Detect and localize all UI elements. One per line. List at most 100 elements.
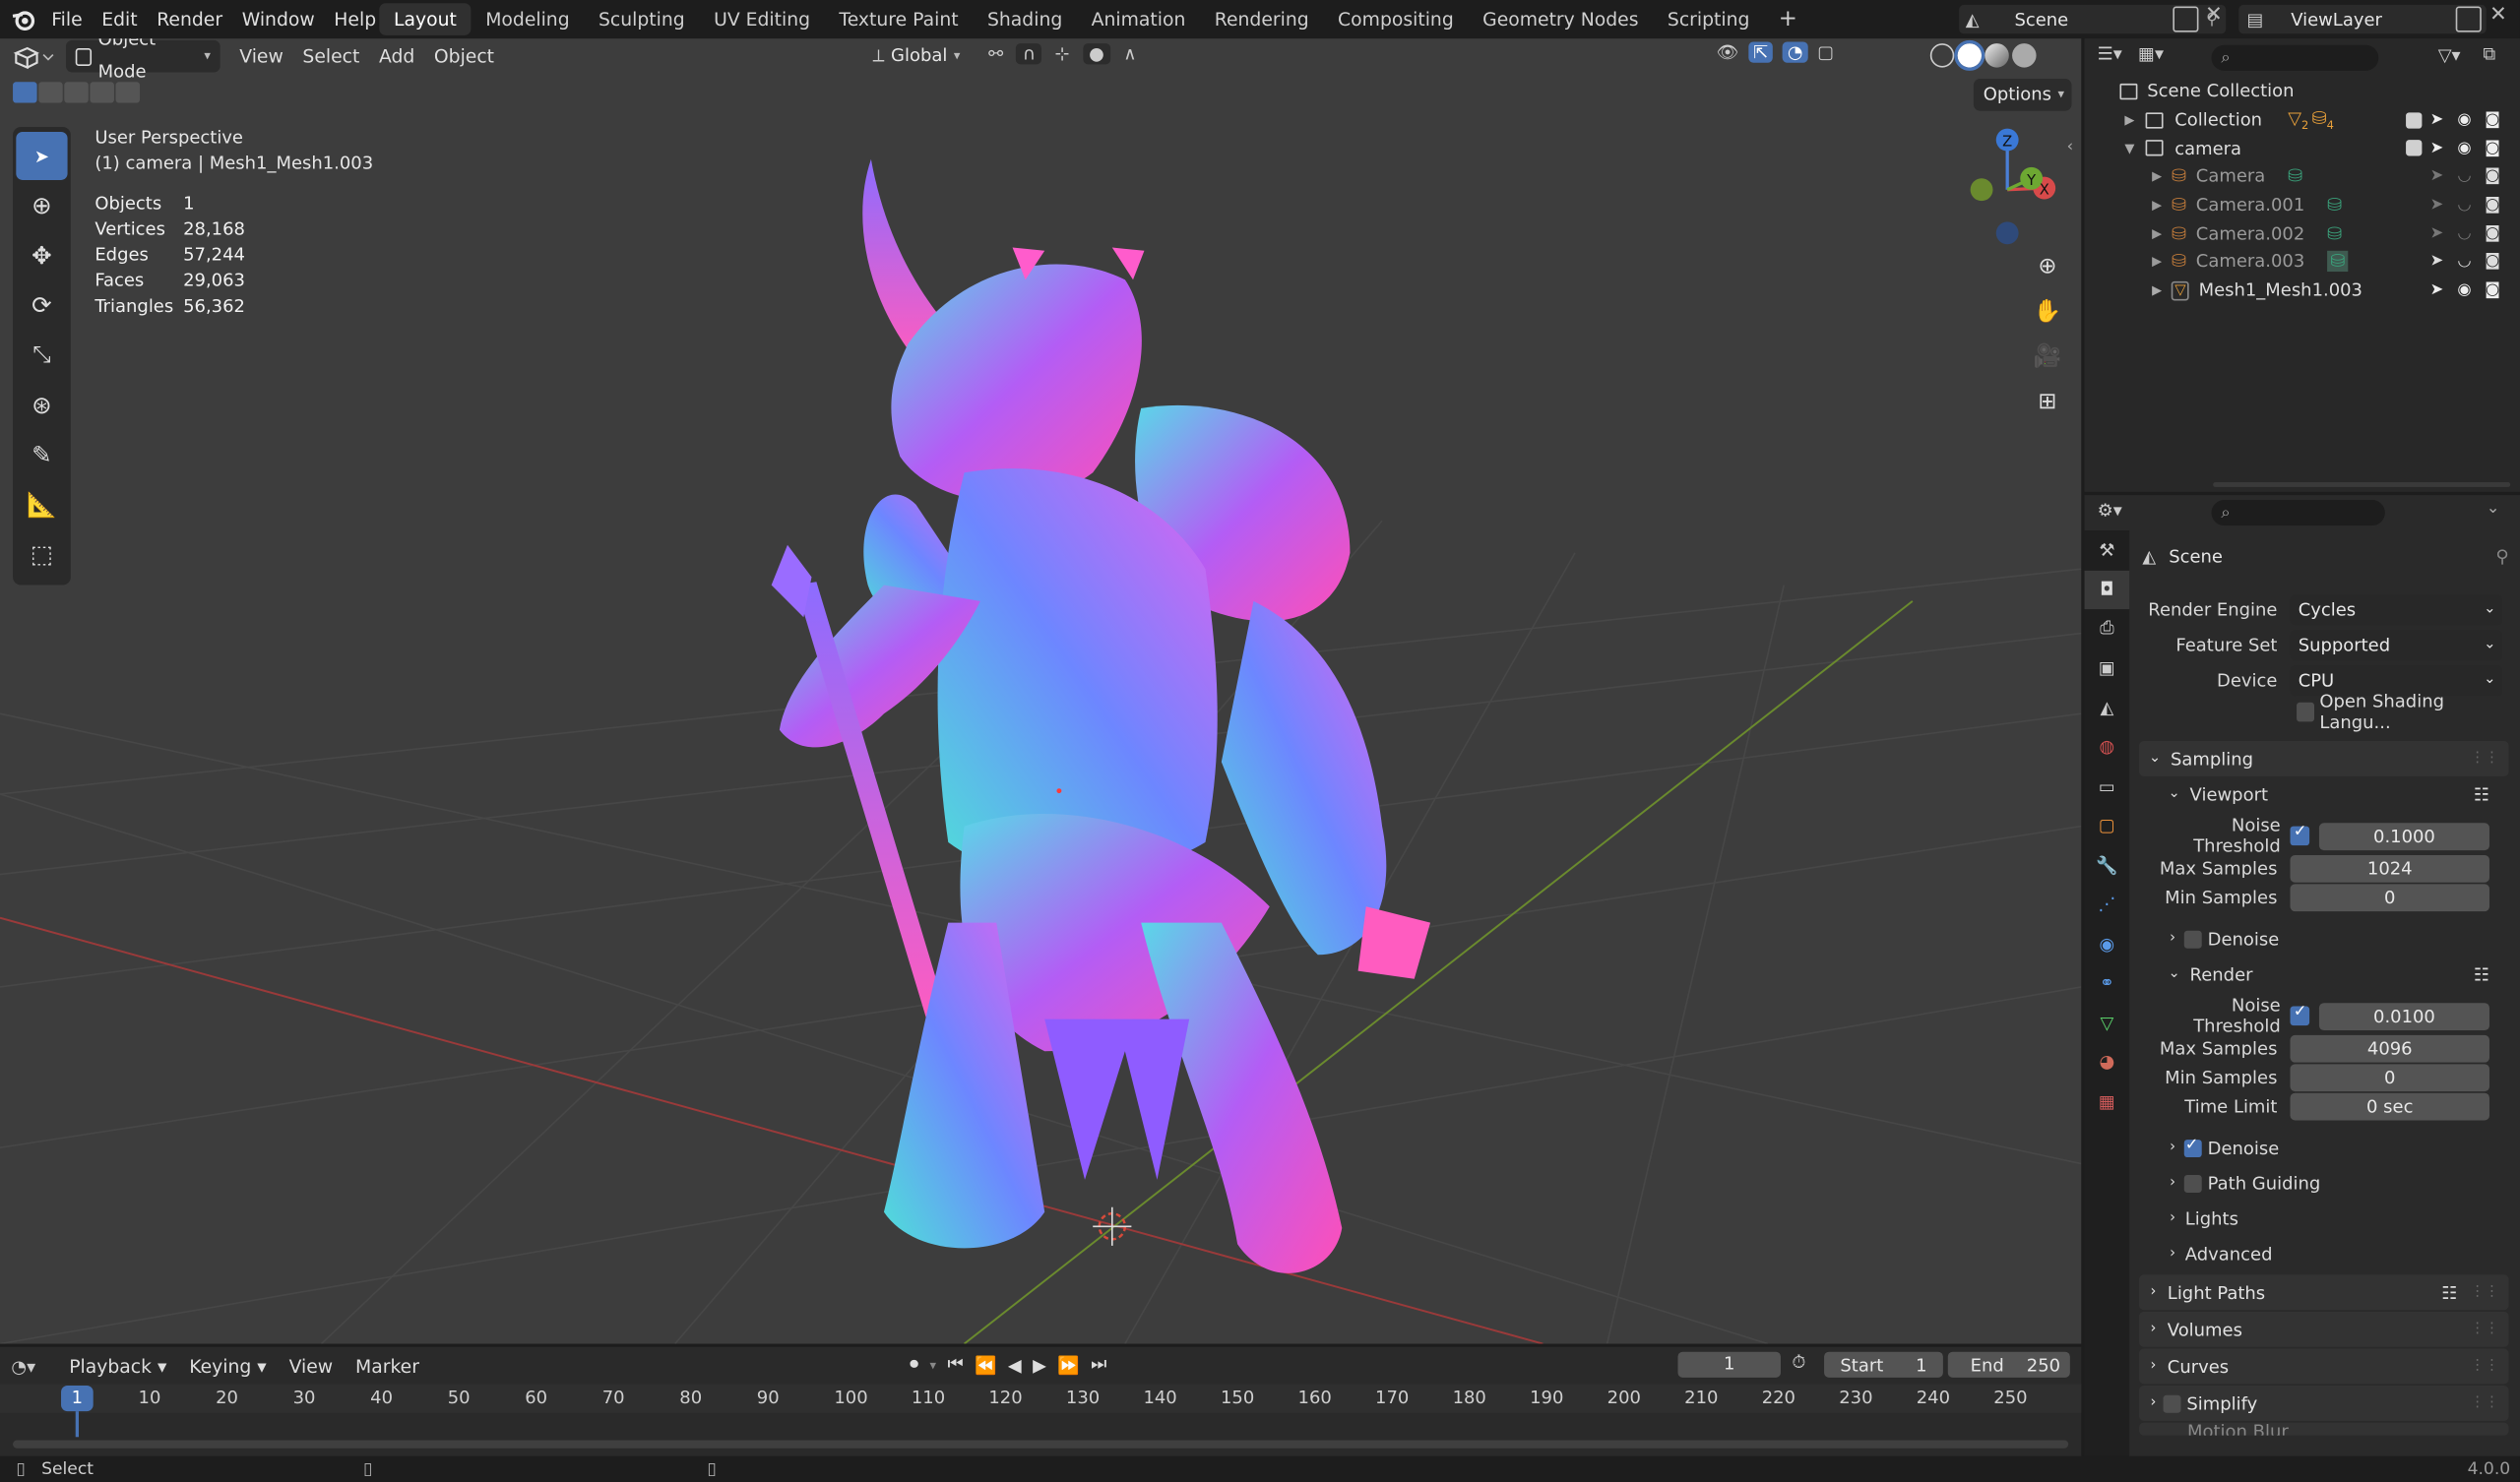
- eye-icon[interactable]: ◉: [2457, 281, 2471, 299]
- select-subtract-icon[interactable]: [64, 82, 89, 103]
- play-icon[interactable]: ▶: [1033, 1354, 1046, 1375]
- outliner-scrollbar[interactable]: [2213, 482, 2511, 487]
- curves-panel-header[interactable]: › Curves ⋮⋮: [2139, 1348, 2509, 1385]
- advanced-subpanel-header[interactable]: › Advanced: [2139, 1236, 2509, 1271]
- play-reverse-icon[interactable]: ◀: [1008, 1354, 1022, 1375]
- gizmo-toggle-icon[interactable]: ⇱: [1748, 41, 1774, 63]
- motion-blur-panel-header[interactable]: Motion Blur: [2139, 1422, 2509, 1436]
- viewport-menu-object[interactable]: Object: [424, 40, 504, 73]
- vp-noise-threshold-field[interactable]: 0.1000: [2318, 822, 2489, 850]
- expand-arrow-icon[interactable]: ▶: [2152, 226, 2162, 241]
- material-shading-icon[interactable]: [1984, 43, 2009, 68]
- menu-render[interactable]: Render: [147, 0, 231, 38]
- noise-threshold-checkbox[interactable]: ✓: [2290, 1003, 2310, 1026]
- exclude-checkbox[interactable]: [2406, 140, 2423, 156]
- output-tab-icon[interactable]: ⎙: [2085, 609, 2130, 648]
- camera-view-icon[interactable]: 🎥: [2027, 336, 2068, 377]
- transform-orientation-selector[interactable]: ⟂ Global ▾: [863, 40, 979, 73]
- workspace-tab-geometry-nodes[interactable]: Geometry Nodes: [1468, 3, 1653, 35]
- noise-threshold-checkbox[interactable]: ✓: [2290, 823, 2310, 846]
- sidebar-toggle-icon[interactable]: ‹: [2067, 138, 2074, 155]
- simplify-checkbox[interactable]: [2162, 1393, 2180, 1412]
- outliner-row-camera-002[interactable]: ▶ ⛁ Camera.002 ⛁ ➤ ◡ ◙: [2085, 219, 2520, 248]
- playhead-frame-label[interactable]: 1: [61, 1385, 94, 1412]
- vp-min-samples-field[interactable]: 0: [2290, 883, 2489, 911]
- outliner-row-camera[interactable]: ▶ ⛁ Camera ⛁ ➤ ◡ ◙: [2085, 162, 2520, 191]
- r-time-limit-field[interactable]: 0 sec: [2290, 1091, 2489, 1120]
- path-guiding-row[interactable]: › Path Guiding: [2139, 1165, 2509, 1201]
- snap-icon[interactable]: ∩: [1016, 43, 1042, 65]
- falloff-icon[interactable]: ∧: [1123, 43, 1136, 64]
- object-tab-icon[interactable]: ▢: [2085, 806, 2130, 845]
- eye-closed-icon[interactable]: ◡: [2457, 168, 2471, 186]
- drag-handle-icon[interactable]: ⋮⋮: [2470, 1395, 2498, 1411]
- outliner-row-camera-001[interactable]: ▶ ⛁ Camera.001 ⛁ ➤ ◡ ◙: [2085, 191, 2520, 219]
- selectable-arrow-icon[interactable]: ➤: [2430, 253, 2444, 271]
- menu-file[interactable]: File: [41, 0, 92, 38]
- options-button[interactable]: Options ▾: [1973, 79, 2072, 111]
- new-scene-icon[interactable]: [2173, 6, 2199, 32]
- navigation-gizmo[interactable]: Z X Y: [1948, 122, 2077, 251]
- 3d-viewport[interactable]: Object Mode ▾ View Select Add Object ⟂ G…: [0, 38, 2082, 1344]
- select-extend-icon[interactable]: [38, 82, 63, 103]
- new-view-layer-icon[interactable]: [2455, 6, 2482, 32]
- expand-arrow-icon[interactable]: ▶: [2152, 255, 2162, 270]
- world-tab-icon[interactable]: ◍: [2085, 727, 2130, 767]
- drag-handle-icon[interactable]: ⋮⋮: [2470, 1358, 2498, 1374]
- feature-set-dropdown[interactable]: Supported ⌄: [2290, 629, 2503, 660]
- render-camera-icon[interactable]: ◙: [2485, 281, 2500, 299]
- osl-checkbox[interactable]: [2297, 702, 2315, 722]
- pin-icon[interactable]: ⚲: [2495, 546, 2508, 567]
- menu-window[interactable]: Window: [232, 0, 325, 38]
- drag-handle-icon[interactable]: ⋮⋮: [2470, 751, 2498, 767]
- timeline-scrollbar[interactable]: [13, 1440, 2069, 1449]
- drag-handle-icon[interactable]: ⋮⋮: [2470, 1322, 2498, 1337]
- menu-edit[interactable]: Edit: [92, 0, 147, 38]
- jump-start-icon[interactable]: ⏮: [947, 1353, 963, 1376]
- remove-view-layer-icon[interactable]: ✕: [2489, 3, 2507, 28]
- expand-arrow-icon[interactable]: ▶: [2124, 112, 2134, 127]
- viewport-menu-add[interactable]: Add: [369, 40, 424, 73]
- xray-icon[interactable]: ▢: [1817, 41, 1834, 62]
- cursor-tool[interactable]: ⊕: [16, 182, 67, 230]
- eye-icon[interactable]: ◉: [2457, 140, 2471, 157]
- properties-search-input[interactable]: ⌕: [2211, 499, 2385, 526]
- list-presets-icon[interactable]: ☷: [2474, 963, 2489, 984]
- vp-denoise-row[interactable]: › Denoise: [2139, 921, 2509, 957]
- lights-subpanel-header[interactable]: › Lights: [2139, 1201, 2509, 1236]
- stopwatch-icon[interactable]: ⏱: [1792, 1352, 1805, 1375]
- light-paths-panel-header[interactable]: › Light Paths ☷ ⋮⋮: [2139, 1274, 2509, 1311]
- workspace-tab-animation[interactable]: Animation: [1077, 3, 1200, 35]
- scale-tool[interactable]: ⤡: [16, 331, 67, 379]
- render-engine-dropdown[interactable]: Cycles ⌄: [2290, 593, 2503, 625]
- render-tab-icon[interactable]: ◘: [2084, 570, 2130, 610]
- record-icon[interactable]: ⏺: [910, 1353, 918, 1376]
- render-subpanel-header[interactable]: ⌄ Render ☷: [2139, 957, 2509, 992]
- jump-end-icon[interactable]: ⏭: [1091, 1353, 1106, 1376]
- view-layer-selector[interactable]: ▤ ViewLayer: [2238, 4, 2487, 34]
- prev-keyframe-icon[interactable]: ⏪: [975, 1354, 996, 1375]
- transform-tool[interactable]: ⊛: [16, 381, 67, 429]
- outliner-search-input[interactable]: ⌕: [2211, 44, 2379, 71]
- mode-selector[interactable]: Object Mode ▾: [65, 38, 220, 82]
- workspace-tab-layout[interactable]: Layout: [379, 3, 472, 35]
- selectable-arrow-icon[interactable]: ➤: [2430, 168, 2444, 186]
- list-presets-icon[interactable]: ☷: [2441, 1282, 2457, 1303]
- end-frame-field[interactable]: End 250: [1947, 1351, 2070, 1378]
- constraints-tab-icon[interactable]: ⚭: [2085, 963, 2130, 1003]
- overlay-toggle-icon[interactable]: ◔: [1782, 41, 1808, 63]
- expand-arrow-icon[interactable]: ▶: [2152, 198, 2162, 213]
- render-camera-icon[interactable]: ◙: [2485, 140, 2500, 157]
- rotate-tool[interactable]: ⟳: [16, 281, 67, 330]
- r-denoise-checkbox[interactable]: ✓: [2183, 1136, 2202, 1157]
- modifier-tab-icon[interactable]: 🔧: [2085, 845, 2130, 885]
- rendered-shading-icon[interactable]: [2012, 43, 2037, 68]
- zoom-icon[interactable]: ⊕: [2027, 246, 2068, 287]
- particles-tab-icon[interactable]: ⋰: [2085, 885, 2130, 924]
- render-camera-icon[interactable]: ◙: [2485, 168, 2500, 186]
- render-camera-icon[interactable]: ◙: [2485, 196, 2500, 214]
- timeline-menu-playback[interactable]: Playback ▾: [59, 1350, 176, 1383]
- selectable-arrow-icon[interactable]: ➤: [2430, 140, 2444, 157]
- collection-tab-icon[interactable]: ▭: [2085, 767, 2130, 806]
- workspace-tab-modeling[interactable]: Modeling: [472, 3, 585, 35]
